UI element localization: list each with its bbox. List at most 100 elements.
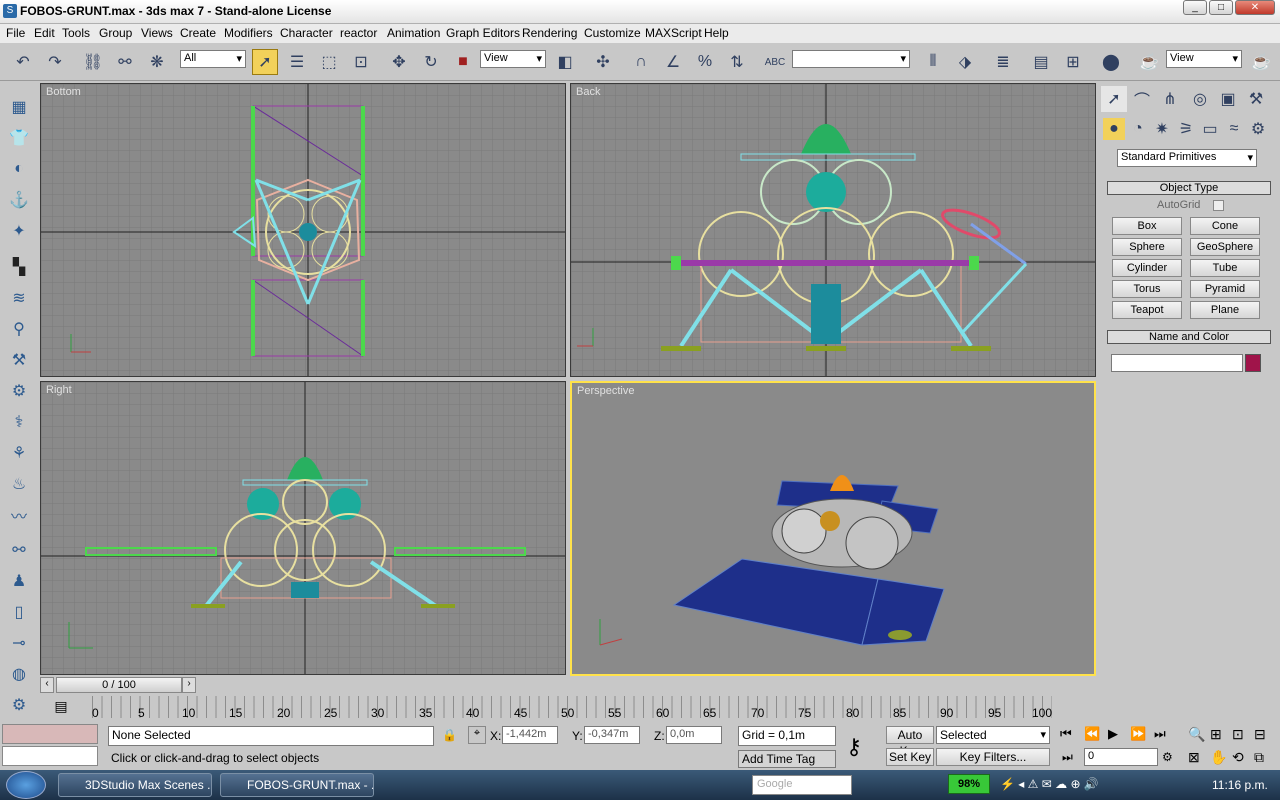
viewport-bottom[interactable]: Bottom: [40, 83, 566, 377]
cameras-icon[interactable]: ⚞: [1175, 118, 1197, 140]
zoom-icon[interactable]: 🔍: [1188, 726, 1205, 743]
dashpot-icon[interactable]: ⚲: [6, 316, 32, 342]
key-mode-dropdown[interactable]: Selected: [936, 726, 1050, 744]
layer-manager-icon[interactable]: ≣: [990, 49, 1016, 75]
menu-maxscript[interactable]: MAXScript: [645, 26, 702, 40]
track-bar[interactable]: 0 5 10 15 20 25 30 35 40 45 50 55 60 65 …: [40, 694, 1096, 722]
point-to-point-icon[interactable]: ▯: [6, 599, 32, 625]
redo-icon[interactable]: ↷: [42, 49, 68, 75]
motion-tab-icon[interactable]: ◎: [1187, 86, 1213, 112]
display-tab-icon[interactable]: ▣: [1215, 86, 1241, 112]
menu-customize[interactable]: Customize: [584, 26, 641, 40]
taskbar-item-explorer[interactable]: 3DStudio Max Scenes ...: [58, 773, 212, 797]
field-of-view-icon[interactable]: ⊠: [1188, 749, 1200, 766]
mini-curve-editor-icon[interactable]: ▤: [50, 698, 72, 716]
move-icon[interactable]: ✥: [386, 49, 412, 75]
time-slider-prev-button[interactable]: ‹: [40, 677, 54, 693]
pivot-center-icon[interactable]: ◧: [552, 49, 578, 75]
maximize-button[interactable]: □: [1209, 0, 1233, 15]
water-icon[interactable]: ♨: [6, 471, 32, 497]
maxscript-listener-bottom[interactable]: [2, 746, 98, 766]
cone-button[interactable]: Cone: [1190, 217, 1260, 235]
current-frame-field[interactable]: 0: [1084, 748, 1158, 766]
select-object-icon[interactable]: ➚: [252, 49, 278, 75]
unlink-icon[interactable]: ⚯: [112, 49, 138, 75]
menu-create[interactable]: Create: [180, 26, 216, 40]
x-coordinate-field[interactable]: -1,442m: [502, 726, 558, 744]
window-crossing-icon[interactable]: ⊡: [348, 49, 374, 75]
viewport-label-right[interactable]: Right: [46, 384, 72, 396]
menu-help[interactable]: Help: [704, 26, 729, 40]
modify-tab-icon[interactable]: ⌒: [1129, 86, 1155, 112]
menu-character[interactable]: Character: [280, 26, 333, 40]
goto-start-icon[interactable]: ⏮: [1060, 726, 1072, 742]
quick-render-icon[interactable]: ☕: [1248, 49, 1274, 75]
menu-tools[interactable]: Tools: [62, 26, 90, 40]
percent-snap-icon[interactable]: %: [692, 49, 718, 75]
taskbar-item-3dsmax[interactable]: FOBOS-GRUNT.max - ...: [220, 773, 374, 797]
motor-icon[interactable]: ⚒: [6, 347, 32, 373]
key-icon[interactable]: ⚷: [846, 734, 862, 760]
absolute-mode-icon[interactable]: ⌖: [468, 726, 486, 744]
previous-frame-icon[interactable]: ⏪: [1084, 726, 1100, 742]
maximize-viewport-icon[interactable]: ⧉: [1254, 749, 1264, 766]
ragdoll-icon[interactable]: ⚯: [6, 537, 32, 563]
preview-icon[interactable]: ⚙: [6, 692, 32, 718]
pan-icon[interactable]: ✋: [1210, 749, 1227, 766]
menu-rendering[interactable]: Rendering: [522, 26, 577, 40]
menu-reactor[interactable]: reactor: [340, 26, 377, 40]
rope-collection-icon[interactable]: ⚓: [6, 187, 32, 213]
align-icon[interactable]: ⬗: [952, 49, 978, 75]
soft-body-icon[interactable]: ◐: [6, 156, 32, 182]
maxscript-listener-top[interactable]: [2, 724, 98, 744]
deforming-mesh-icon[interactable]: ✦: [6, 218, 32, 244]
render-scene-icon[interactable]: ☕: [1136, 49, 1162, 75]
spinner-snap-icon[interactable]: ⇅: [724, 49, 750, 75]
cloth-collection-icon[interactable]: 👕: [6, 125, 32, 151]
render-type-dropdown[interactable]: View: [1166, 50, 1242, 68]
hinge-icon[interactable]: ♟: [6, 568, 32, 594]
snap-toggle-icon[interactable]: ∩: [628, 49, 654, 75]
time-slider-next-button[interactable]: ›: [182, 677, 196, 693]
schematic-view-icon[interactable]: ⊞: [1060, 49, 1086, 75]
object-color-swatch[interactable]: [1245, 354, 1261, 372]
rigid-body-collection-icon[interactable]: ▦: [6, 94, 32, 120]
menu-graph-editors[interactable]: Graph Editors: [446, 26, 520, 40]
play-icon[interactable]: ▶: [1108, 726, 1118, 742]
wind-icon[interactable]: ⚙: [6, 378, 32, 404]
viewport-back[interactable]: Back: [570, 83, 1096, 377]
menu-file[interactable]: File: [6, 26, 25, 40]
object-type-rollout[interactable]: Object Type: [1107, 181, 1271, 195]
select-by-name-icon[interactable]: ☰: [284, 49, 310, 75]
key-filters-button[interactable]: Key Filters...: [936, 748, 1050, 766]
curve-editor-icon[interactable]: ▤: [1028, 49, 1054, 75]
search-box[interactable]: Google: [752, 775, 852, 795]
bind-space-warp-icon[interactable]: ❋: [144, 49, 170, 75]
time-config-icon[interactable]: ⚙: [1162, 750, 1173, 764]
helpers-icon[interactable]: ▭: [1199, 118, 1221, 140]
systems-icon[interactable]: ⚙: [1247, 118, 1269, 140]
key-mode-toggle-icon[interactable]: ⏭: [1062, 750, 1073, 765]
shapes-icon[interactable]: ◔: [1127, 118, 1149, 140]
start-button[interactable]: [6, 771, 46, 799]
menu-edit[interactable]: Edit: [34, 26, 55, 40]
goto-end-icon[interactable]: ⏭: [1154, 726, 1166, 742]
zoom-extents-icon[interactable]: ⊡: [1232, 726, 1244, 743]
undo-icon[interactable]: ↶: [10, 49, 36, 75]
mirror-icon[interactable]: ⫴: [920, 49, 946, 75]
menu-animation[interactable]: Animation: [387, 26, 440, 40]
link-icon[interactable]: ⛓: [80, 49, 106, 75]
set-key-button[interactable]: Set Key: [886, 748, 934, 766]
constraint-solver-icon[interactable]: 〰: [6, 502, 32, 528]
rotate-icon[interactable]: ↻: [418, 49, 444, 75]
y-coordinate-field[interactable]: -0,347m: [584, 726, 640, 744]
arc-rotate-icon[interactable]: ⟲: [1232, 749, 1244, 766]
car-wheel-icon[interactable]: ◍: [6, 661, 32, 687]
category-dropdown[interactable]: Standard Primitives: [1117, 149, 1257, 167]
hierarchy-tab-icon[interactable]: ⋔: [1157, 86, 1183, 112]
box-button[interactable]: Box: [1112, 217, 1182, 235]
autogrid-checkbox[interactable]: [1213, 200, 1224, 211]
torus-button[interactable]: Torus: [1112, 280, 1182, 298]
clock[interactable]: 11:16 p.m.: [1212, 778, 1268, 792]
close-button[interactable]: ✕: [1235, 0, 1275, 15]
